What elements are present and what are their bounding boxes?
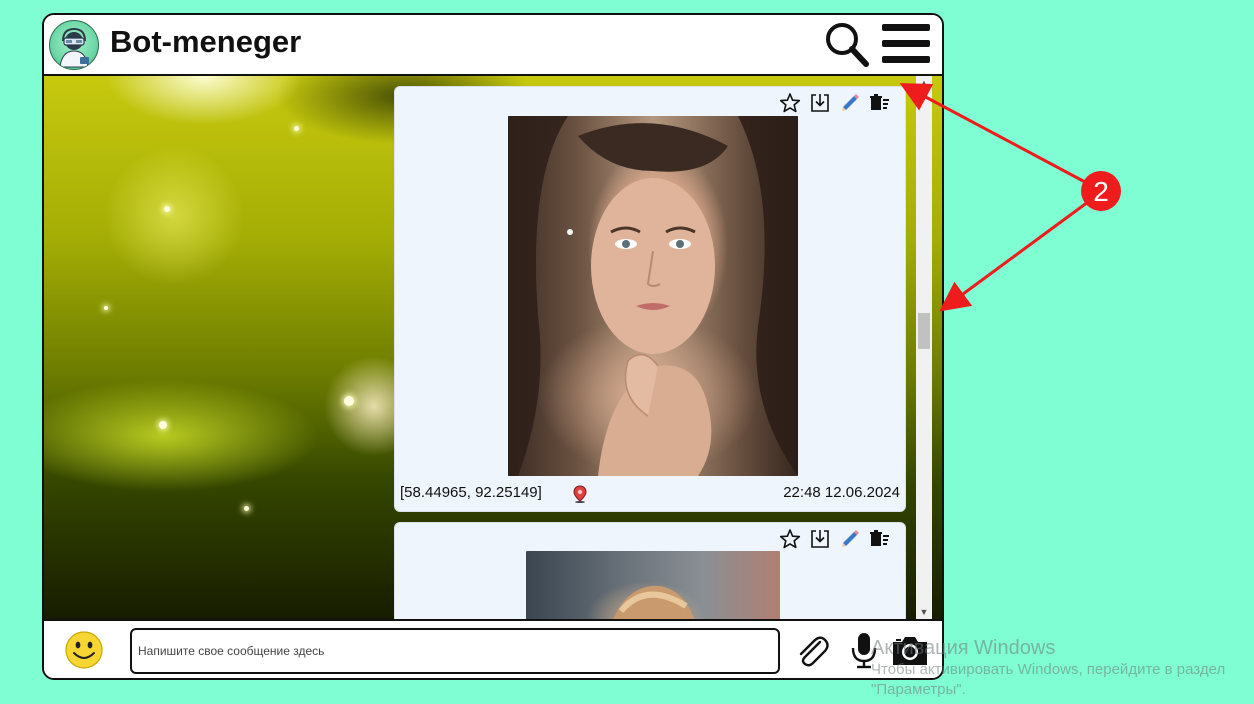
message-timestamp: 22:48 12.06.2024 <box>783 484 900 501</box>
message-input[interactable] <box>130 628 780 674</box>
background-sparkle <box>244 506 249 511</box>
download-icon <box>811 530 829 548</box>
portrait-photo[interactable] <box>508 116 798 476</box>
message-actions <box>779 528 891 550</box>
download-button[interactable] <box>809 92 831 114</box>
background-sparkle <box>159 421 167 429</box>
chat-scrollbar[interactable]: ▲ ▼ <box>916 76 932 619</box>
background-sparkle <box>344 396 354 406</box>
annotation-label: 2 <box>1093 176 1109 207</box>
scroll-down-arrow-icon[interactable]: ▼ <box>916 605 932 619</box>
emoji-button[interactable] <box>64 630 104 670</box>
annotation-arrow <box>939 200 1089 312</box>
smiley-icon <box>65 631 103 669</box>
message-card: [58.44965, 92.25149] 22:48 12.06.2024 <box>394 86 906 512</box>
edit-button[interactable] <box>839 92 861 114</box>
camera-button[interactable] <box>890 630 930 670</box>
search-icon <box>826 23 869 67</box>
delete-icon <box>870 530 889 546</box>
map-pin-icon[interactable] <box>572 485 588 503</box>
message-actions <box>779 92 891 114</box>
edit-button[interactable] <box>839 528 861 550</box>
search-button[interactable] <box>822 20 872 70</box>
hamburger-menu-icon <box>882 24 930 63</box>
delete-button[interactable] <box>869 528 891 550</box>
favorite-button[interactable] <box>779 528 801 550</box>
chat-window: Bot-meneger [58.44965, 92.25149] 22:48 1… <box>42 13 944 680</box>
scroll-thumb[interactable] <box>918 313 930 349</box>
message-card <box>394 522 906 619</box>
annotation-badge <box>1081 171 1121 211</box>
background-sparkle <box>164 206 170 212</box>
star-icon <box>779 93 801 113</box>
background-sparkle <box>104 306 108 310</box>
robot-avatar-icon[interactable] <box>49 20 99 70</box>
app-header: Bot-meneger <box>44 15 942 76</box>
paperclip-icon <box>799 636 829 667</box>
download-button[interactable] <box>809 528 831 550</box>
portrait-photo[interactable] <box>526 551 780 619</box>
message-input-bar <box>44 619 942 678</box>
app-title: Bot-meneger <box>110 24 302 59</box>
microphone-icon <box>851 633 877 669</box>
favorite-button[interactable] <box>779 92 801 114</box>
voice-record-button[interactable] <box>844 630 884 670</box>
delete-button[interactable] <box>869 92 891 114</box>
location-coordinates: [58.44965, 92.25149] <box>400 484 542 501</box>
background-sparkle <box>294 126 299 131</box>
menu-button[interactable] <box>880 20 930 70</box>
pencil-icon <box>842 530 859 547</box>
pencil-icon <box>842 94 859 111</box>
download-icon <box>811 94 829 112</box>
camera-icon <box>893 637 927 665</box>
scroll-up-arrow-icon[interactable]: ▲ <box>916 76 932 90</box>
chat-area: [58.44965, 92.25149] 22:48 12.06.2024 ▲ … <box>44 76 942 619</box>
attach-button[interactable] <box>792 630 832 670</box>
star-icon <box>779 529 801 549</box>
delete-icon <box>870 94 889 110</box>
message-footer: [58.44965, 92.25149] 22:48 12.06.2024 <box>400 484 900 504</box>
